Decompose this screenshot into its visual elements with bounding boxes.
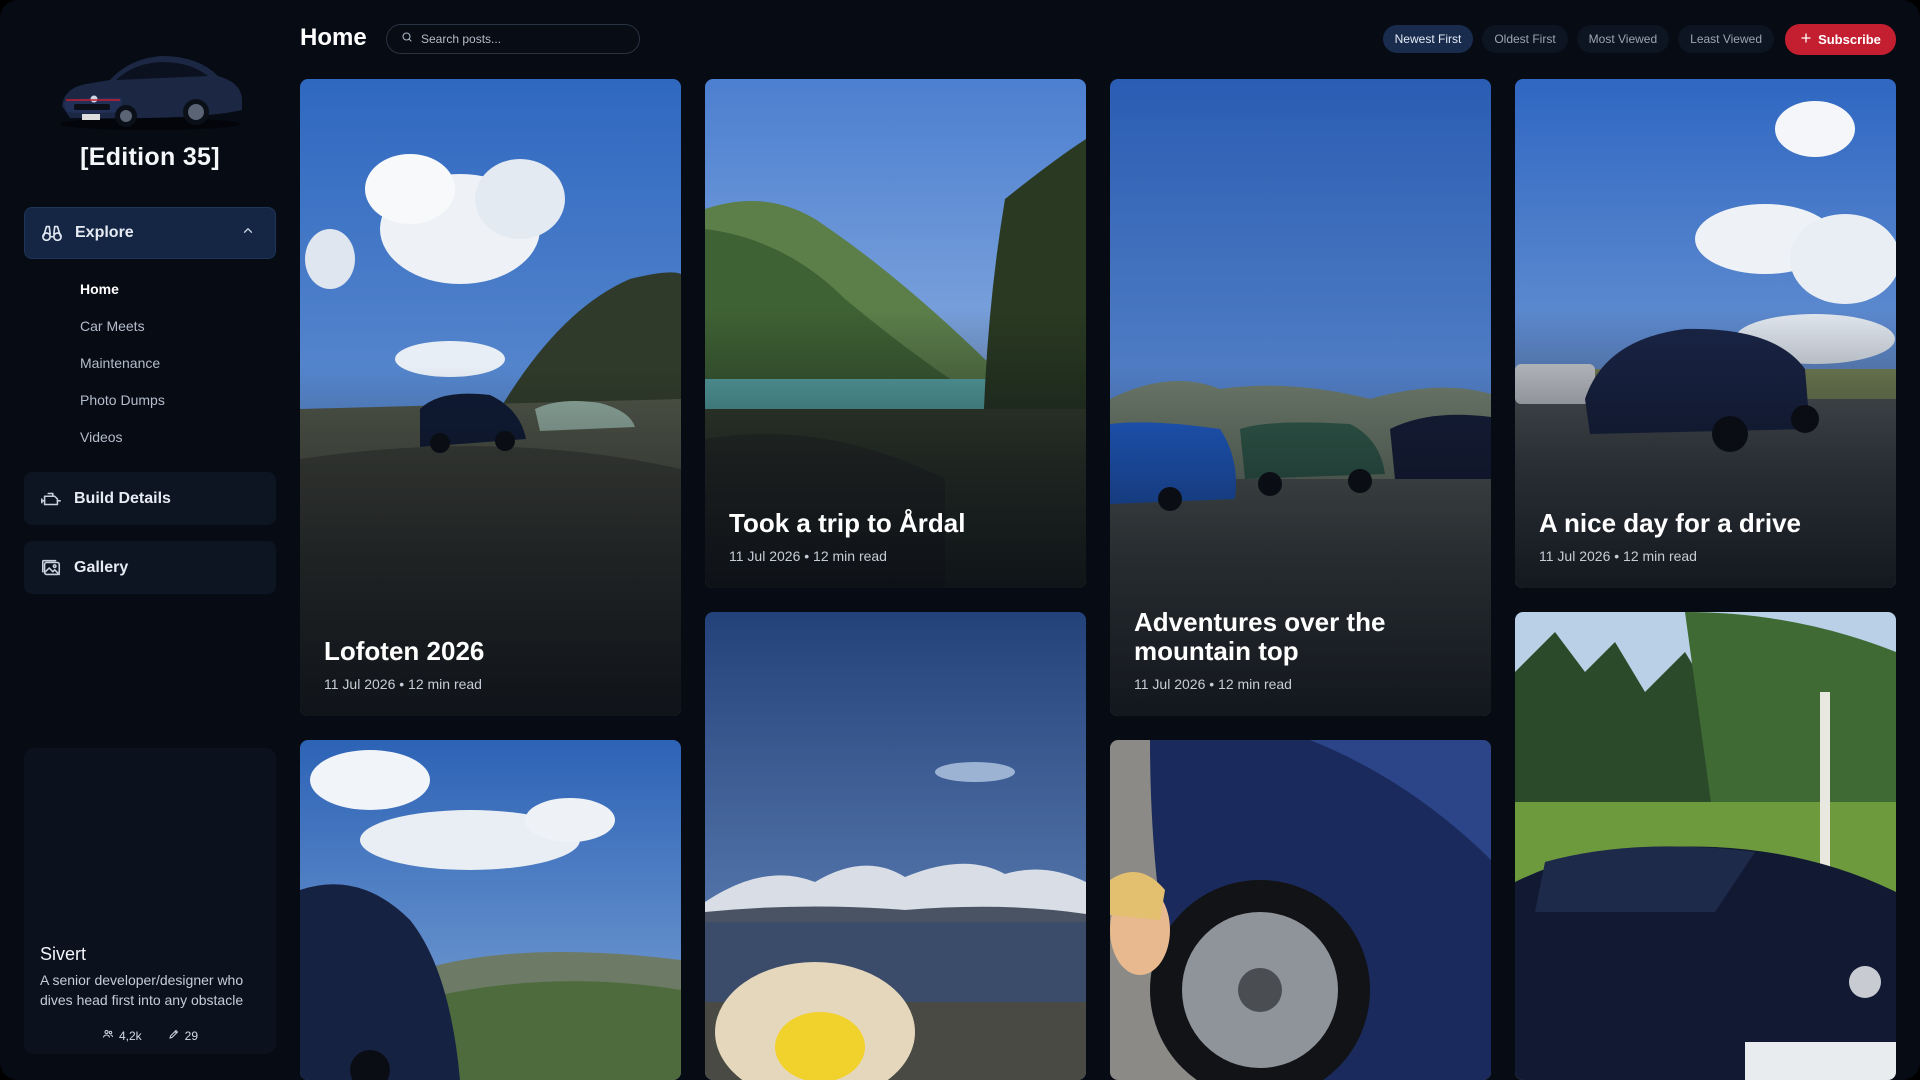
sort-oldest-first[interactable]: Oldest First — [1482, 25, 1568, 53]
subnav-item-home[interactable]: Home — [80, 270, 165, 307]
app-window: [Edition 35] Explore Home Car Meets Main… — [0, 0, 1920, 1080]
sort-least-viewed[interactable]: Least Viewed — [1678, 25, 1774, 53]
post-card-forest-gti[interactable] — [1515, 612, 1896, 1080]
search-icon — [401, 30, 413, 48]
post-title: Took a trip to Årdal — [729, 508, 966, 538]
post-title: Lofoten 2026 — [324, 636, 485, 666]
search-bar[interactable] — [386, 24, 640, 54]
sort-options: Newest First Oldest First Most Viewed Le… — [1382, 25, 1774, 53]
image-shade — [1515, 308, 1896, 588]
nav-gallery[interactable]: Gallery — [24, 541, 276, 594]
brand-title: [Edition 35] — [80, 143, 220, 171]
followers-count: 4,2k — [118, 1028, 142, 1043]
image-shade — [705, 308, 1086, 588]
post-image-mountain-drive — [300, 740, 681, 1080]
post-meta: 11 Jul 2026 • 12 min read — [1134, 676, 1292, 692]
post-image-snack-by-lake — [705, 612, 1086, 1080]
post-meta: 11 Jul 2026 • 12 min read — [1539, 548, 1697, 564]
followers-stat: 4,2k — [102, 1028, 142, 1043]
post-card-nice-drive[interactable]: A nice day for a drive 11 Jul 2026 • 12 … — [1515, 79, 1896, 588]
engine-icon — [40, 488, 62, 510]
subnav-item-videos[interactable]: Videos — [80, 418, 165, 455]
nav-explore-label: Explore — [75, 224, 134, 241]
plus-icon — [1800, 32, 1812, 47]
post-meta: 11 Jul 2026 • 12 min read — [324, 676, 482, 692]
subnav-item-maintenance[interactable]: Maintenance — [80, 344, 165, 381]
sort-newest-first[interactable]: Newest First — [1382, 25, 1474, 53]
post-card-tire-change[interactable] — [1110, 740, 1491, 1080]
post-card-mountain-top[interactable]: Adventures over the mountain top 11 Jul … — [1110, 79, 1491, 716]
post-title: Adventures over the mountain top — [1134, 607, 1386, 666]
subnav-item-photo-dumps[interactable]: Photo Dumps — [80, 381, 165, 418]
post-meta: 11 Jul 2026 • 12 min read — [729, 548, 887, 564]
nav-build-details[interactable]: Build Details — [24, 472, 276, 525]
post-card-lofoten[interactable]: Lofoten 2026 11 Jul 2026 • 12 min read — [300, 79, 681, 716]
users-icon — [102, 1028, 114, 1043]
gallery-icon — [40, 557, 62, 579]
post-card-ardal[interactable]: Took a trip to Årdal 11 Jul 2026 • 12 mi… — [705, 79, 1086, 588]
subscribe-button[interactable]: Subscribe — [1785, 24, 1896, 55]
sort-most-viewed[interactable]: Most Viewed — [1576, 25, 1670, 53]
pen-icon — [168, 1028, 180, 1043]
post-card-snack-by-lake[interactable] — [705, 612, 1086, 1080]
post-image-forest-gti — [1515, 612, 1896, 1080]
page-title: Home — [300, 24, 367, 51]
profile-card[interactable]: Sivert A senior developer/designer who d… — [24, 748, 276, 1054]
nav-build-details-label: Build Details — [74, 489, 171, 507]
car-logo-image — [50, 36, 250, 136]
post-image-tire-change — [1110, 740, 1491, 1080]
posts-stat: 29 — [168, 1028, 198, 1043]
subscribe-label: Subscribe — [1818, 32, 1881, 47]
subnav-item-car-meets[interactable]: Car Meets — [80, 307, 165, 344]
post-card-mountain-drive[interactable] — [300, 740, 681, 1080]
binoculars-icon — [41, 222, 63, 244]
chevron-up-icon[interactable] — [241, 224, 255, 243]
search-input[interactable] — [421, 32, 621, 46]
profile-bio: A senior developer/designer who dives he… — [40, 972, 244, 1008]
sidebar: [Edition 35] Explore Home Car Meets Main… — [0, 0, 300, 1080]
profile-stats: 4,2k 29 — [24, 1028, 276, 1043]
nav-explore[interactable]: Explore — [24, 207, 276, 259]
profile-name: Sivert — [40, 944, 87, 964]
posts-count: 29 — [184, 1028, 199, 1043]
explore-subnav: Home Car Meets Maintenance Photo Dumps V… — [80, 270, 165, 455]
post-title: A nice day for a drive — [1539, 508, 1802, 538]
nav-gallery-label: Gallery — [74, 558, 129, 576]
